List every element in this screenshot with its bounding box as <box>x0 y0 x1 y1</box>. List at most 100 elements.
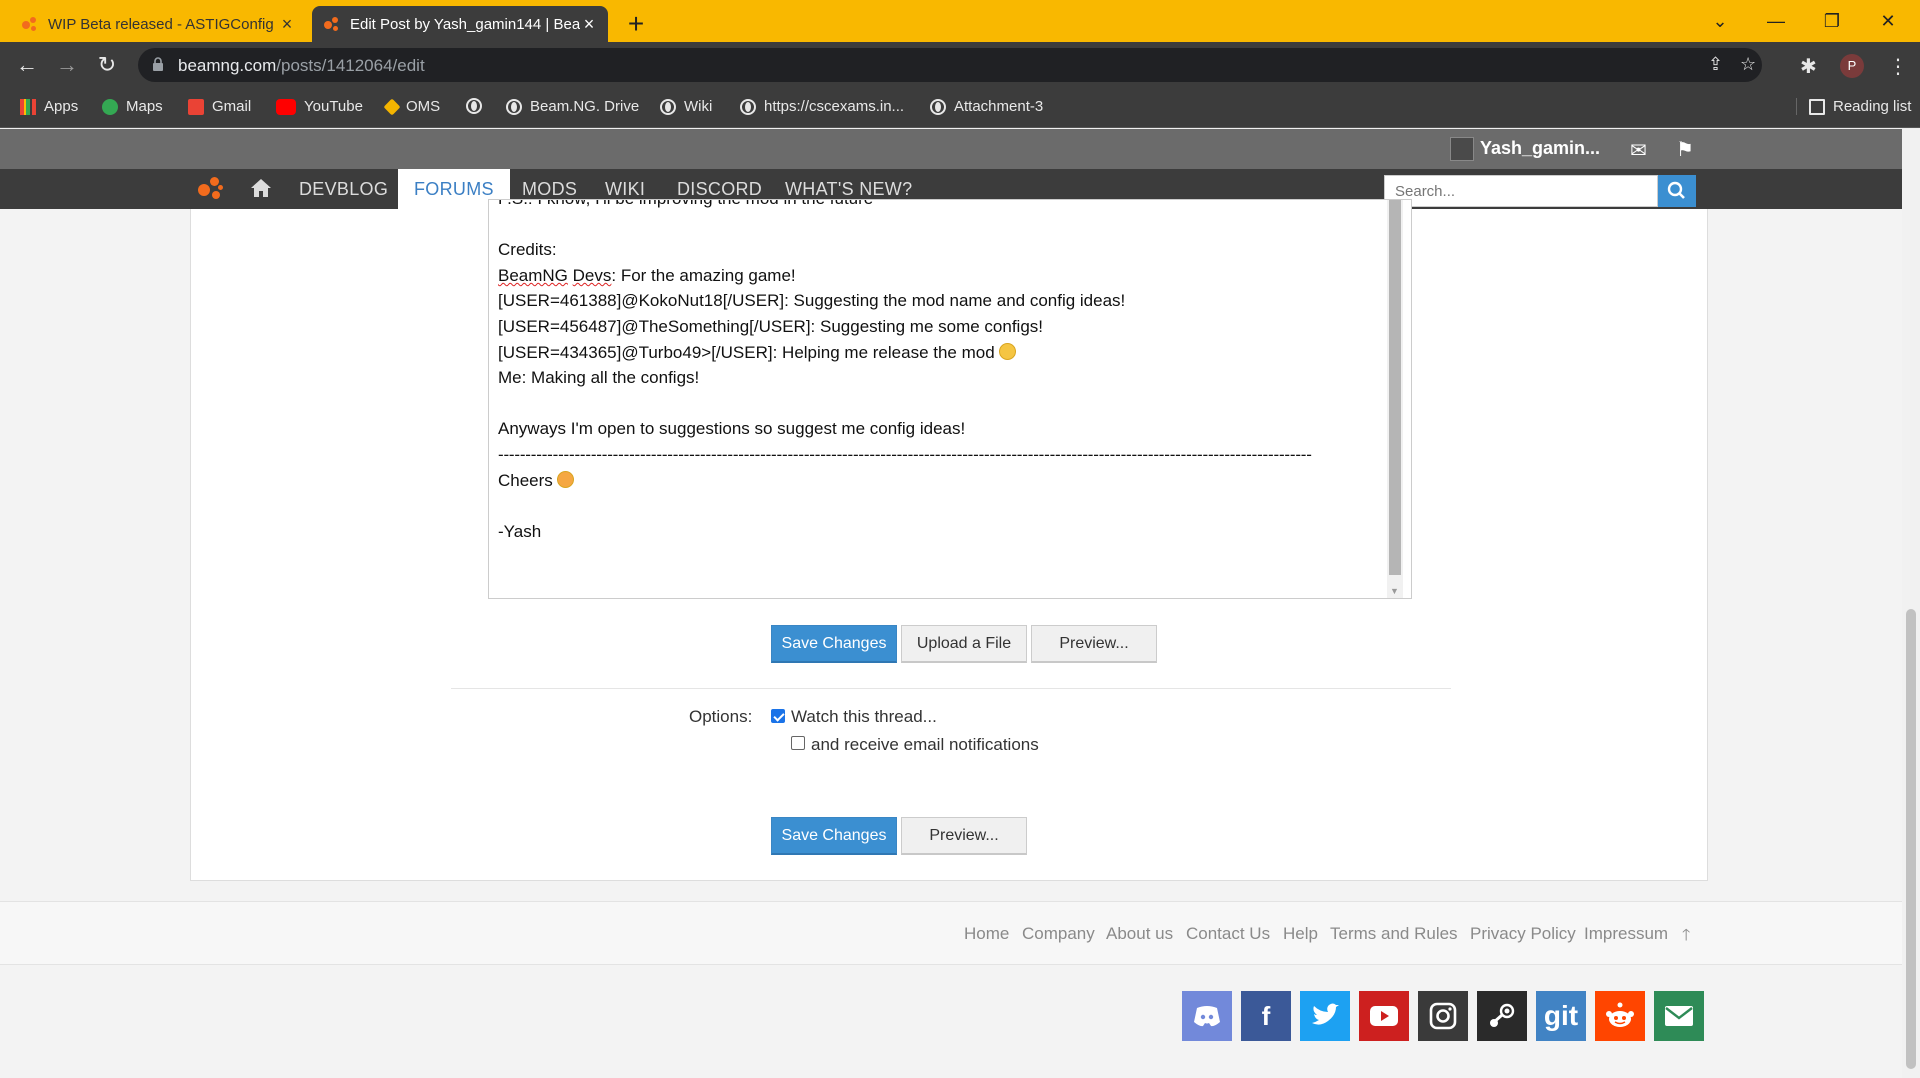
search-button[interactable] <box>1658 175 1696 207</box>
alerts-flag-icon[interactable]: ⚑ <box>1676 137 1694 162</box>
lock-icon <box>153 57 163 71</box>
reading-list[interactable]: Reading list <box>1796 98 1911 115</box>
editor-line: Me: Making all the configs! <box>498 368 700 388</box>
twitter-icon[interactable] <box>1300 991 1350 1041</box>
user-bar: Yash_gamin... ✉ ⚑ <box>0 129 1902 169</box>
page-scrollbar[interactable] <box>1902 129 1920 1078</box>
message-editor[interactable]: P.S.: I know, I'll be improving the mod … <box>488 199 1412 599</box>
globe-icon <box>506 98 522 115</box>
upload-file-button[interactable]: Upload a File <box>901 625 1027 663</box>
editor-blank-line <box>498 391 1378 417</box>
tab-title: Edit Post by Yash_gamin144 | Bea <box>350 15 580 33</box>
tab-search-icon[interactable]: ⌄ <box>1692 0 1748 42</box>
editor-line: [USER=456487]@TheSomething[/USER]: Sugge… <box>498 316 1044 336</box>
profile-avatar[interactable]: P <box>1840 54 1864 78</box>
tab-wip-beta[interactable]: WIP Beta released - ASTIGConfig × <box>10 6 306 42</box>
user-avatar[interactable] <box>1450 137 1474 161</box>
search-icon <box>1667 181 1685 199</box>
back-to-top-icon[interactable]: 🡑 <box>1682 924 1690 951</box>
new-tab-icon[interactable]: + <box>622 8 650 40</box>
footer-link-help[interactable]: Help <box>1283 924 1318 944</box>
editor-line: Anyways I'm open to suggestions so sugge… <box>498 419 966 439</box>
page-scroll-thumb[interactable] <box>1906 609 1916 1069</box>
close-tab-icon[interactable]: × <box>278 15 296 33</box>
watch-thread-checkbox[interactable] <box>771 709 785 723</box>
discord-icon[interactable] <box>1182 991 1232 1041</box>
bookmark-apps[interactable]: Apps <box>20 98 78 115</box>
editor-separator: ----------------------------------------… <box>498 444 1312 464</box>
browser-titlebar: WIP Beta released - ASTIGConfig × Edit P… <box>0 0 1920 42</box>
footer-link-impressum[interactable]: Impressum <box>1584 924 1668 944</box>
preview-button-bottom[interactable]: Preview... <box>901 817 1027 855</box>
preview-button[interactable]: Preview... <box>1031 625 1157 663</box>
extensions-icon[interactable]: ✱ <box>1800 54 1817 79</box>
username-link[interactable]: Yash_gamin... <box>1480 138 1600 159</box>
bookmark-star-icon[interactable]: ☆ <box>1740 54 1756 75</box>
bookmark-oms[interactable]: OMS <box>383 98 440 115</box>
footer-link-company[interactable]: Company <box>1022 924 1095 944</box>
editor-line: [USER=434365]@Turbo49>[/USER]: Helping m… <box>498 340 1378 366</box>
save-changes-button[interactable]: Save Changes <box>771 625 897 663</box>
gmail-icon <box>188 98 204 115</box>
menu-icon[interactable]: ⋮ <box>1888 54 1908 79</box>
editor-line: BeamNG Devs: For the amazing game! <box>498 265 796 285</box>
bookmark-gmail[interactable]: Gmail <box>188 98 251 115</box>
scroll-down-arrow-icon[interactable]: ▼ <box>1390 586 1399 596</box>
editor-scrollbar[interactable]: ▼ <box>1387 200 1403 598</box>
footer-link-about[interactable]: About us <box>1106 924 1173 944</box>
maps-pin-icon <box>102 98 118 115</box>
footer-link-privacy[interactable]: Privacy Policy <box>1470 924 1576 944</box>
editor-line: -Yash <box>498 521 542 541</box>
close-tab-icon[interactable]: × <box>580 15 598 33</box>
minimize-icon[interactable]: — <box>1748 0 1804 42</box>
bookmark-youtube[interactable]: YouTube <box>276 98 363 115</box>
globe-icon <box>930 98 946 115</box>
inbox-icon[interactable]: ✉ <box>1630 138 1647 163</box>
nav-devblog[interactable]: DEVBLOG <box>299 169 388 209</box>
share-icon[interactable]: ⇪ <box>1708 54 1723 75</box>
youtube-icon[interactable] <box>1359 991 1409 1041</box>
wink-emoji-icon <box>556 470 574 488</box>
restore-icon[interactable]: ❐ <box>1804 0 1860 42</box>
reading-list-icon <box>1809 98 1825 115</box>
save-changes-button-bottom[interactable]: Save Changes <box>771 817 897 855</box>
reload-icon[interactable]: ↻ <box>92 50 122 80</box>
bookmark-maps[interactable]: Maps <box>102 98 163 115</box>
steam-icon[interactable] <box>1477 991 1527 1041</box>
tab-edit-post[interactable]: Edit Post by Yash_gamin144 | Bea × <box>312 6 608 42</box>
search-input[interactable] <box>1385 176 1657 206</box>
facebook-icon[interactable]: f <box>1241 991 1291 1041</box>
email-notifications-label[interactable]: and receive email notifications <box>811 735 1039 755</box>
beamng-logo[interactable] <box>196 175 226 203</box>
footer-link-terms[interactable]: Terms and Rules <box>1330 924 1458 944</box>
grin-emoji-icon <box>998 342 1016 360</box>
git-icon[interactable]: git <box>1536 991 1586 1041</box>
footer-link-contact[interactable]: Contact Us <box>1186 924 1270 944</box>
instagram-icon[interactable] <box>1418 991 1468 1041</box>
bookmark-attachment[interactable]: Attachment-3 <box>930 98 1043 115</box>
address-bar[interactable]: beamng.com/posts/1412064/edit ⇪ ☆ <box>138 48 1762 82</box>
options-divider <box>451 688 1451 689</box>
editor-text[interactable]: P.S.: I know, I'll be improving the mod … <box>498 200 1378 544</box>
bookmark-beamng-drive[interactable]: Beam.NG. Drive <box>506 98 639 115</box>
reddit-icon[interactable] <box>1595 991 1645 1041</box>
forward-icon[interactable]: → <box>52 50 82 80</box>
beamng-favicon <box>322 15 340 33</box>
search-box <box>1384 175 1658 207</box>
editor-line: P.S.: I know, I'll be improving the mod … <box>498 200 1378 212</box>
back-icon[interactable]: ← <box>12 50 42 80</box>
footer-link-home[interactable]: Home <box>964 924 1009 944</box>
bookmark-globe[interactable] <box>466 98 490 114</box>
editor-line: Cheers <box>498 468 1378 494</box>
watch-thread-label[interactable]: Watch this thread... <box>791 707 937 727</box>
home-icon[interactable] <box>250 178 272 198</box>
bookmark-cscexams[interactable]: https://cscexams.in... <box>740 98 904 115</box>
editor-scroll-thumb[interactable] <box>1389 200 1401 575</box>
globe-icon <box>466 98 482 114</box>
bookmark-wiki[interactable]: Wiki <box>660 98 712 115</box>
beamng-favicon <box>20 15 38 33</box>
email-icon[interactable] <box>1654 991 1704 1041</box>
email-notifications-checkbox[interactable] <box>791 736 805 750</box>
options-label: Options: <box>689 707 753 726</box>
close-window-icon[interactable]: ✕ <box>1860 0 1916 42</box>
